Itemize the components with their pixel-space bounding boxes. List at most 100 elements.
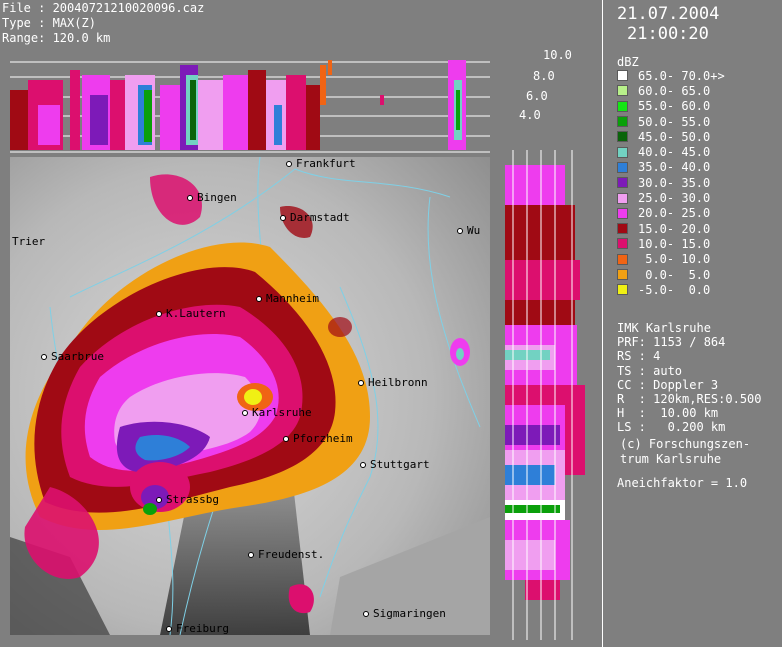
city-marker-icon — [187, 195, 193, 201]
city-darmstadt: Darmstadt — [280, 211, 350, 224]
city-label: Trier — [12, 235, 46, 248]
height-label-10: 10.0 — [543, 48, 572, 62]
legend-label: 45.0- 50.0 — [638, 129, 711, 144]
legend-row: 20.0- 25.0 — [617, 206, 725, 221]
info-line: R : 120km,RES:0.500 — [617, 392, 762, 407]
legend-label: 35.0- 40.0 — [638, 160, 711, 175]
city-frankfurt: Frankfurt — [286, 157, 356, 170]
right-cross-section — [505, 150, 595, 640]
city-label: Wu — [467, 224, 481, 237]
legend-swatch — [617, 238, 628, 250]
city-kaiserslautern: K.Lautern — [156, 307, 226, 320]
city-marker-icon — [280, 215, 286, 221]
legend-row: 15.0- 20.0 — [617, 221, 725, 236]
legend-label: 40.0- 45.0 — [638, 145, 711, 160]
legend-label: -5.0- 0.0 — [638, 282, 711, 297]
city-stuttgart: Stuttgart — [360, 458, 430, 471]
info-line: LS : 0.200 km — [617, 420, 726, 435]
legend-swatch — [617, 131, 628, 143]
legend-swatch — [617, 146, 628, 158]
legend-swatch — [617, 177, 628, 189]
radar-info: IMK Karlsruhe PRF: 1153 / 864 RS : 4 TS … — [617, 321, 762, 435]
legend-row: 35.0- 40.0 — [617, 160, 725, 175]
city-label: Freiburg — [176, 622, 229, 635]
city-marker-icon — [363, 611, 369, 617]
city-sigmaringen: Sigmaringen — [363, 607, 446, 620]
date-label: 21.07.2004 — [617, 4, 720, 24]
city-label: Strassbg — [166, 493, 219, 506]
legend-label: 20.0- 25.0 — [638, 206, 711, 221]
dbz-legend: 65.0- 70.0+> 60.0- 65.0 55.0- 60.0 50.0- 55… — [617, 68, 725, 297]
panel-divider — [602, 0, 603, 647]
city-trier: Trier — [12, 235, 45, 248]
legend-row: 65.0- 70.0+> — [617, 68, 725, 83]
legend-label: 0.0- 5.0 — [638, 267, 711, 282]
info-line: PRF: 1153 / 864 — [617, 335, 726, 350]
city-label: Heilbronn — [368, 376, 428, 389]
legend-row: 5.0- 10.0 — [617, 252, 725, 267]
city-label: Saarbrue — [51, 350, 104, 363]
radar-map-canvas — [10, 157, 490, 635]
city-label: Sigmaringen — [373, 607, 446, 620]
legend-label: 15.0- 20.0 — [638, 221, 711, 236]
legend-swatch — [617, 192, 628, 204]
legend-swatch — [617, 284, 628, 296]
city-marker-icon — [166, 626, 172, 632]
legend-row: 55.0- 60.0 — [617, 99, 725, 114]
legend-row: 10.0- 15.0 — [617, 236, 725, 251]
legend-swatch — [617, 223, 628, 235]
city-marker-icon — [283, 436, 289, 442]
info-line: IMK Karlsruhe — [617, 321, 711, 335]
legend-label: 30.0- 35.0 — [638, 175, 711, 190]
legend-label: 5.0- 10.0 — [638, 252, 711, 267]
legend-label: 55.0- 60.0 — [638, 99, 711, 114]
city-marker-icon — [156, 311, 162, 317]
legend-swatch — [617, 253, 628, 265]
city-label: Karlsruhe — [252, 406, 312, 419]
city-marker-icon — [256, 296, 262, 302]
legend-label: 25.0- 30.0 — [638, 191, 711, 206]
legend-label: 50.0- 55.0 — [638, 114, 711, 129]
height-label-4: 4.0 — [519, 108, 541, 122]
legend-row: 60.0- 65.0 — [617, 83, 725, 98]
copyright-line: (c) Forschungszen- — [620, 437, 751, 451]
copyright: (c) Forschungszen- trum Karlsruhe — [620, 437, 750, 466]
legend-label: 65.0- 70.0+> — [638, 68, 725, 83]
legend-row: 40.0- 45.0 — [617, 144, 725, 159]
height-label-8: 8.0 — [533, 69, 555, 83]
legend-swatch — [617, 161, 628, 173]
info-line: TS : auto — [617, 363, 683, 378]
legend-row: 0.0- 5.0 — [617, 267, 725, 282]
city-marker-icon — [286, 161, 292, 167]
time-label: 21:00:20 — [627, 24, 709, 44]
city-label: Darmstadt — [290, 211, 350, 224]
legend-label: 10.0- 15.0 — [638, 236, 711, 251]
city-saarbruecken: Saarbrue — [41, 350, 104, 363]
legend-row: 25.0- 30.0 — [617, 190, 725, 205]
city-mannheim: Mannheim — [256, 292, 319, 305]
legend-swatch — [617, 269, 628, 280]
city-label: Frankfurt — [296, 157, 356, 170]
legend-row: 45.0- 50.0 — [617, 129, 725, 144]
legend-swatch — [617, 116, 628, 128]
city-strasbourg: Strassbg — [156, 493, 219, 506]
legend-swatch — [617, 85, 628, 97]
city-heilbronn: Heilbronn — [358, 376, 428, 389]
city-pforzheim: Pforzheim — [283, 432, 353, 445]
radar-map: Frankfurt Bingen Darmstadt Trier Wu Mann… — [10, 157, 490, 635]
legend-swatch — [617, 70, 628, 82]
legend-swatch — [617, 100, 628, 112]
height-label-6: 6.0 — [526, 89, 548, 103]
city-marker-icon — [41, 354, 47, 360]
city-label: Mannheim — [266, 292, 319, 305]
city-label: Freudenst. — [258, 548, 325, 561]
city-marker-icon — [156, 497, 162, 503]
info-line: RS : 4 — [617, 349, 661, 364]
copyright-line: trum Karlsruhe — [620, 451, 722, 466]
legend-unit: dBZ — [617, 55, 639, 69]
radar-range: Range: 120.0 km — [2, 31, 111, 45]
city-karlsruhe: Karlsruhe — [242, 406, 312, 419]
city-marker-icon — [358, 380, 364, 386]
legend-row: -5.0- 0.0 — [617, 282, 725, 297]
legend-label: 60.0- 65.0 — [638, 83, 711, 98]
